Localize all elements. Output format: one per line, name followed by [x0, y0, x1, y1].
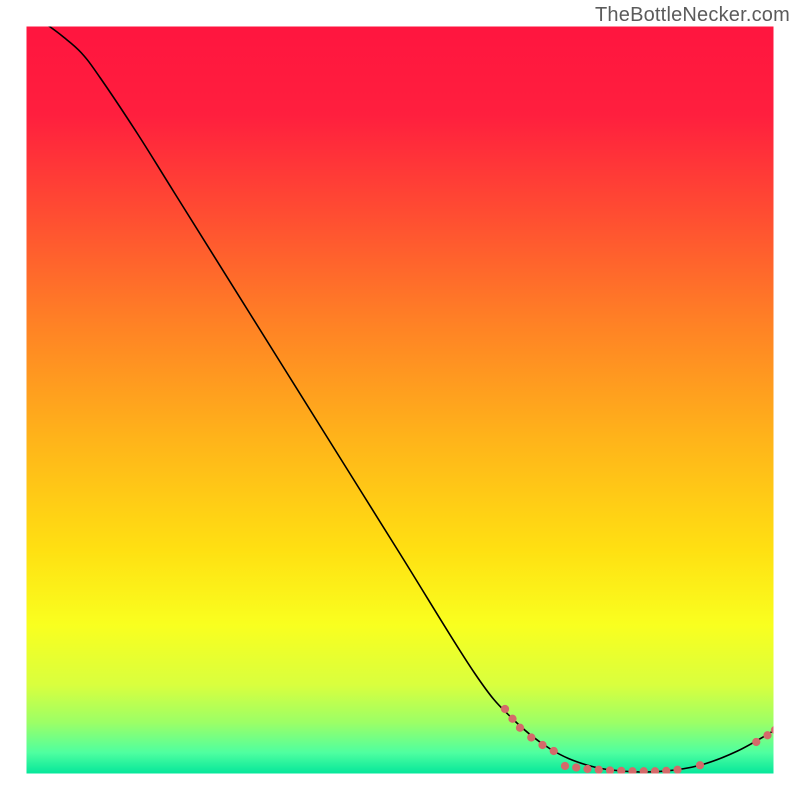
marker-dot [752, 738, 760, 746]
marker-dot [673, 766, 681, 774]
marker-dot [527, 733, 535, 741]
gradient-background [25, 25, 775, 775]
marker-dot [696, 761, 704, 769]
marker-dot [538, 741, 546, 749]
bottleneck-curve-chart [0, 0, 800, 800]
marker-dot [501, 705, 509, 713]
chart-frame: TheBottleNecker.com [0, 0, 800, 800]
marker-dot [606, 766, 614, 774]
marker-dot [595, 766, 603, 774]
marker-dot [583, 765, 591, 773]
marker-dot [550, 747, 558, 755]
marker-dot [516, 724, 524, 732]
marker-dot [561, 762, 569, 770]
marker-dot [572, 763, 580, 771]
marker-dot [763, 731, 771, 739]
marker-dot [508, 715, 516, 723]
